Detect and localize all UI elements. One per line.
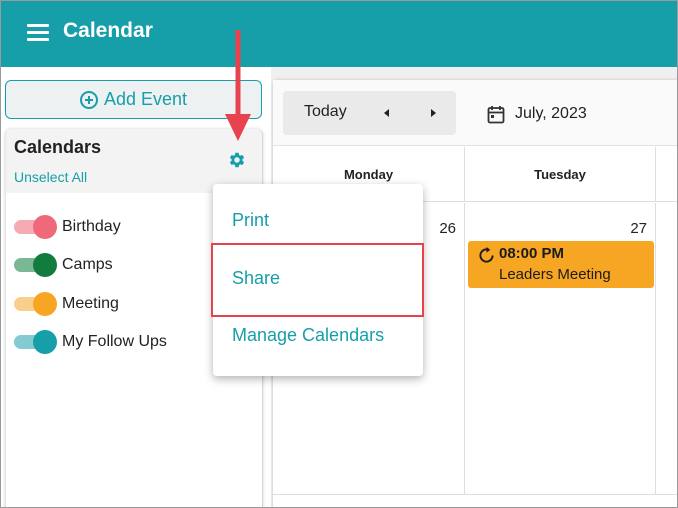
add-event-button[interactable]: Add Event	[5, 80, 262, 119]
menu-item-print[interactable]: Print	[232, 210, 269, 231]
toggle-switch[interactable]	[14, 215, 57, 239]
today-button[interactable]: Today	[304, 103, 347, 121]
month-label: July, 2023	[515, 105, 587, 122]
calendar-label: Meeting	[62, 295, 119, 312]
calendar-icon	[487, 105, 505, 123]
navigation-group: Today	[283, 91, 456, 135]
add-event-label: Add Event	[103, 89, 188, 109]
menu-item-share[interactable]: Share	[232, 268, 280, 289]
app-header: Calendar	[1, 1, 677, 67]
gear-icon[interactable]	[228, 151, 246, 169]
event-time: 08:00 PM	[499, 245, 565, 262]
calendar-toggle-camps[interactable]: Camps	[14, 253, 113, 277]
calendar-label: Camps	[62, 256, 113, 273]
toggle-switch[interactable]	[14, 253, 57, 277]
calendars-heading: Calendars	[14, 137, 102, 157]
hamburger-icon[interactable]	[27, 23, 49, 41]
day-header-tuesday: Tuesday	[465, 147, 656, 202]
calendar-toggle-birthday[interactable]: Birthday	[14, 215, 121, 239]
toggle-knob	[33, 215, 57, 239]
toggle-knob	[33, 292, 57, 316]
unselect-all-link[interactable]: Unselect All	[14, 169, 87, 185]
calendar-label: Birthday	[62, 218, 121, 235]
toggle-knob	[33, 330, 57, 354]
date-number: 26	[439, 220, 456, 237]
toggle-knob	[33, 253, 57, 277]
app-window: Calendar Add Event Calendars Unselect Al…	[0, 0, 678, 508]
app-title: Calendar	[63, 19, 153, 42]
date-number: 27	[630, 220, 647, 237]
toggle-switch[interactable]	[14, 292, 57, 316]
event-title: Leaders Meeting	[499, 266, 611, 283]
event-leaders-meeting[interactable]: 08:00 PM Leaders Meeting	[468, 241, 654, 288]
day-cell-next[interactable]	[656, 203, 677, 495]
day-header-next	[656, 147, 677, 202]
triangle-right-icon[interactable]	[426, 106, 440, 120]
calendar-label: My Follow Ups	[62, 333, 167, 350]
toggle-switch[interactable]	[14, 330, 57, 354]
calendar-toggle-my-follow-ups[interactable]: My Follow Ups	[14, 330, 167, 354]
menu-item-manage-calendars[interactable]: Manage Calendars	[232, 325, 384, 346]
recurring-icon	[479, 247, 494, 263]
triangle-left-icon[interactable]	[380, 106, 394, 120]
plus-circle-icon	[79, 90, 98, 109]
day-cell-tuesday[interactable]: 27 08:00 PM Leaders Meeting	[465, 203, 656, 495]
calendar-toggle-meeting[interactable]: Meeting	[14, 292, 119, 316]
calendar-toolbar: Today July, 2023	[273, 80, 677, 146]
month-picker[interactable]: July, 2023	[487, 104, 587, 124]
calendar-options-menu: Print Share Manage Calendars	[213, 184, 423, 376]
